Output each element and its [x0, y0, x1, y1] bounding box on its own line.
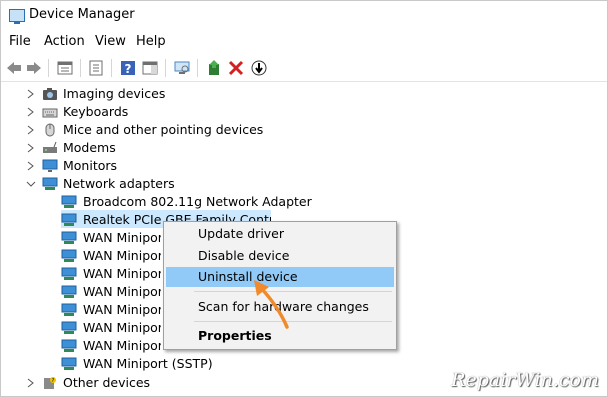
tree-item-wan-miniport[interactable]: WAN Miniport — [61, 337, 161, 355]
tree-item-wan-miniport[interactable]: WAN Miniport — [61, 283, 161, 301]
network-adapter-icon — [61, 339, 77, 352]
network-adapter-icon — [61, 213, 77, 226]
network-adapter-icon — [61, 321, 77, 334]
tree-item-label: Mice and other pointing devices — [63, 122, 264, 137]
menu-view[interactable]: View — [95, 34, 126, 49]
menu-action[interactable]: Action — [44, 34, 85, 49]
keyboard-icon — [42, 108, 58, 118]
window-title: Device Manager — [29, 7, 135, 22]
tree-item-wan-miniport[interactable]: WAN Miniport — [61, 301, 161, 319]
device-manager-icon — [9, 9, 25, 24]
tree-item-label: Modems — [63, 140, 116, 155]
tree-item-label: Keyboards — [63, 104, 129, 119]
properties-icon[interactable] — [56, 59, 74, 77]
tree-item-label: WAN Miniport — [83, 338, 161, 353]
menu-bar: File Action View Help — [1, 32, 607, 52]
chevron-right-icon[interactable] — [25, 121, 37, 139]
tree-item-label: WAN Miniport — [83, 320, 161, 335]
tree-item-label: Imaging devices — [63, 86, 166, 101]
title-bar: Device Manager — [1, 1, 607, 31]
help-icon[interactable]: ? — [119, 59, 137, 77]
chevron-right-icon[interactable] — [25, 103, 37, 121]
chevron-right-icon[interactable] — [25, 374, 37, 392]
context-menu: Update driver Disable device Uninstall d… — [163, 221, 397, 350]
other-devices-icon: ? — [44, 377, 56, 389]
chevron-right-icon[interactable] — [25, 157, 37, 175]
mouse-icon — [45, 123, 55, 137]
device-manager-window: Device Manager File Action View Help ? I… — [0, 0, 608, 397]
watermark: RepairWin.com — [451, 369, 599, 391]
modem-icon — [43, 141, 57, 153]
tree-item-label: WAN Miniport — [83, 302, 161, 317]
toolbar: ? — [1, 55, 607, 82]
back-icon[interactable] — [5, 59, 23, 77]
network-adapter-icon — [61, 249, 77, 262]
tree-item-label: WAN Miniport — [83, 248, 161, 263]
menu-separator — [194, 291, 392, 292]
network-adapter-icon — [61, 267, 77, 280]
network-adapter-icon — [61, 303, 77, 316]
menu-separator — [194, 321, 392, 322]
show-hide-icon[interactable] — [87, 59, 105, 77]
scan-hardware-icon[interactable] — [173, 59, 191, 77]
disable-icon[interactable] — [250, 59, 268, 77]
chevron-right-icon[interactable] — [25, 85, 37, 103]
toolbar-separator — [197, 59, 198, 77]
tree-item-wan-miniport[interactable]: WAN Miniport — [61, 319, 161, 337]
forward-icon[interactable] — [25, 59, 43, 77]
tree-item-wan-miniport[interactable]: WAN Miniport — [61, 247, 161, 265]
toolbar-separator — [165, 59, 166, 77]
tree-item-modems[interactable]: Modems — [25, 139, 265, 157]
tree-item-label: WAN Miniport — [83, 230, 161, 245]
network-adapter-icon — [61, 285, 77, 298]
svg-text:?: ? — [125, 62, 132, 76]
context-menu-properties[interactable]: Properties — [166, 326, 394, 346]
tree-item-wan-miniport[interactable]: WAN Miniport — [61, 265, 161, 283]
tree-item-wan-miniport[interactable]: WAN Miniport — [61, 229, 161, 247]
network-adapter-icon — [61, 231, 77, 244]
tree-item-other-devices[interactable]: ? Other devices — [25, 374, 265, 392]
menu-file[interactable]: File — [9, 34, 31, 49]
monitor-icon — [42, 159, 58, 172]
context-menu-disable-device[interactable]: Disable device — [166, 246, 394, 266]
tree-item-label: WAN Miniport (SSTP) — [83, 356, 213, 371]
tree-item-broadcom-adapter[interactable]: Broadcom 802.11g Network Adapter — [61, 193, 312, 211]
action-pane-icon[interactable] — [141, 59, 159, 77]
context-menu-uninstall-device[interactable]: Uninstall device — [166, 267, 394, 287]
toolbar-separator — [80, 59, 81, 77]
tree-item-imaging-devices[interactable]: Imaging devices — [25, 85, 265, 103]
tree-item-monitors[interactable]: Monitors — [25, 157, 265, 175]
chevron-right-icon[interactable] — [25, 139, 37, 157]
network-adapter-icon — [61, 195, 77, 208]
tree-item-label: WAN Miniport — [83, 284, 161, 299]
chevron-down-icon[interactable] — [25, 175, 37, 193]
update-driver-icon[interactable] — [205, 59, 223, 77]
tree-item-label: Monitors — [63, 158, 118, 173]
camera-icon — [43, 88, 57, 100]
uninstall-icon[interactable] — [227, 59, 245, 77]
network-adapter-icon — [61, 357, 77, 370]
tree-item-label: WAN Miniport — [83, 266, 161, 281]
context-menu-update-driver[interactable]: Update driver — [166, 224, 394, 244]
tree-item-network-adapters[interactable]: Network adapters — [25, 175, 265, 193]
tree-item-keyboards[interactable]: Keyboards — [25, 103, 265, 121]
tree-item-label: Other devices — [63, 375, 151, 390]
toolbar-separator — [111, 59, 112, 77]
tree-item-mice[interactable]: Mice and other pointing devices — [25, 121, 285, 139]
context-menu-scan-hardware[interactable]: Scan for hardware changes — [166, 297, 394, 317]
tree-item-wan-miniport-sstp[interactable]: WAN Miniport (SSTP) — [61, 355, 301, 373]
network-adapter-icon — [42, 177, 58, 190]
toolbar-separator — [48, 59, 49, 77]
menu-help[interactable]: Help — [136, 34, 166, 49]
tree-item-label: Broadcom 802.11g Network Adapter — [83, 194, 312, 209]
tree-item-label: Network adapters — [63, 176, 175, 191]
svg-text:?: ? — [52, 378, 55, 384]
